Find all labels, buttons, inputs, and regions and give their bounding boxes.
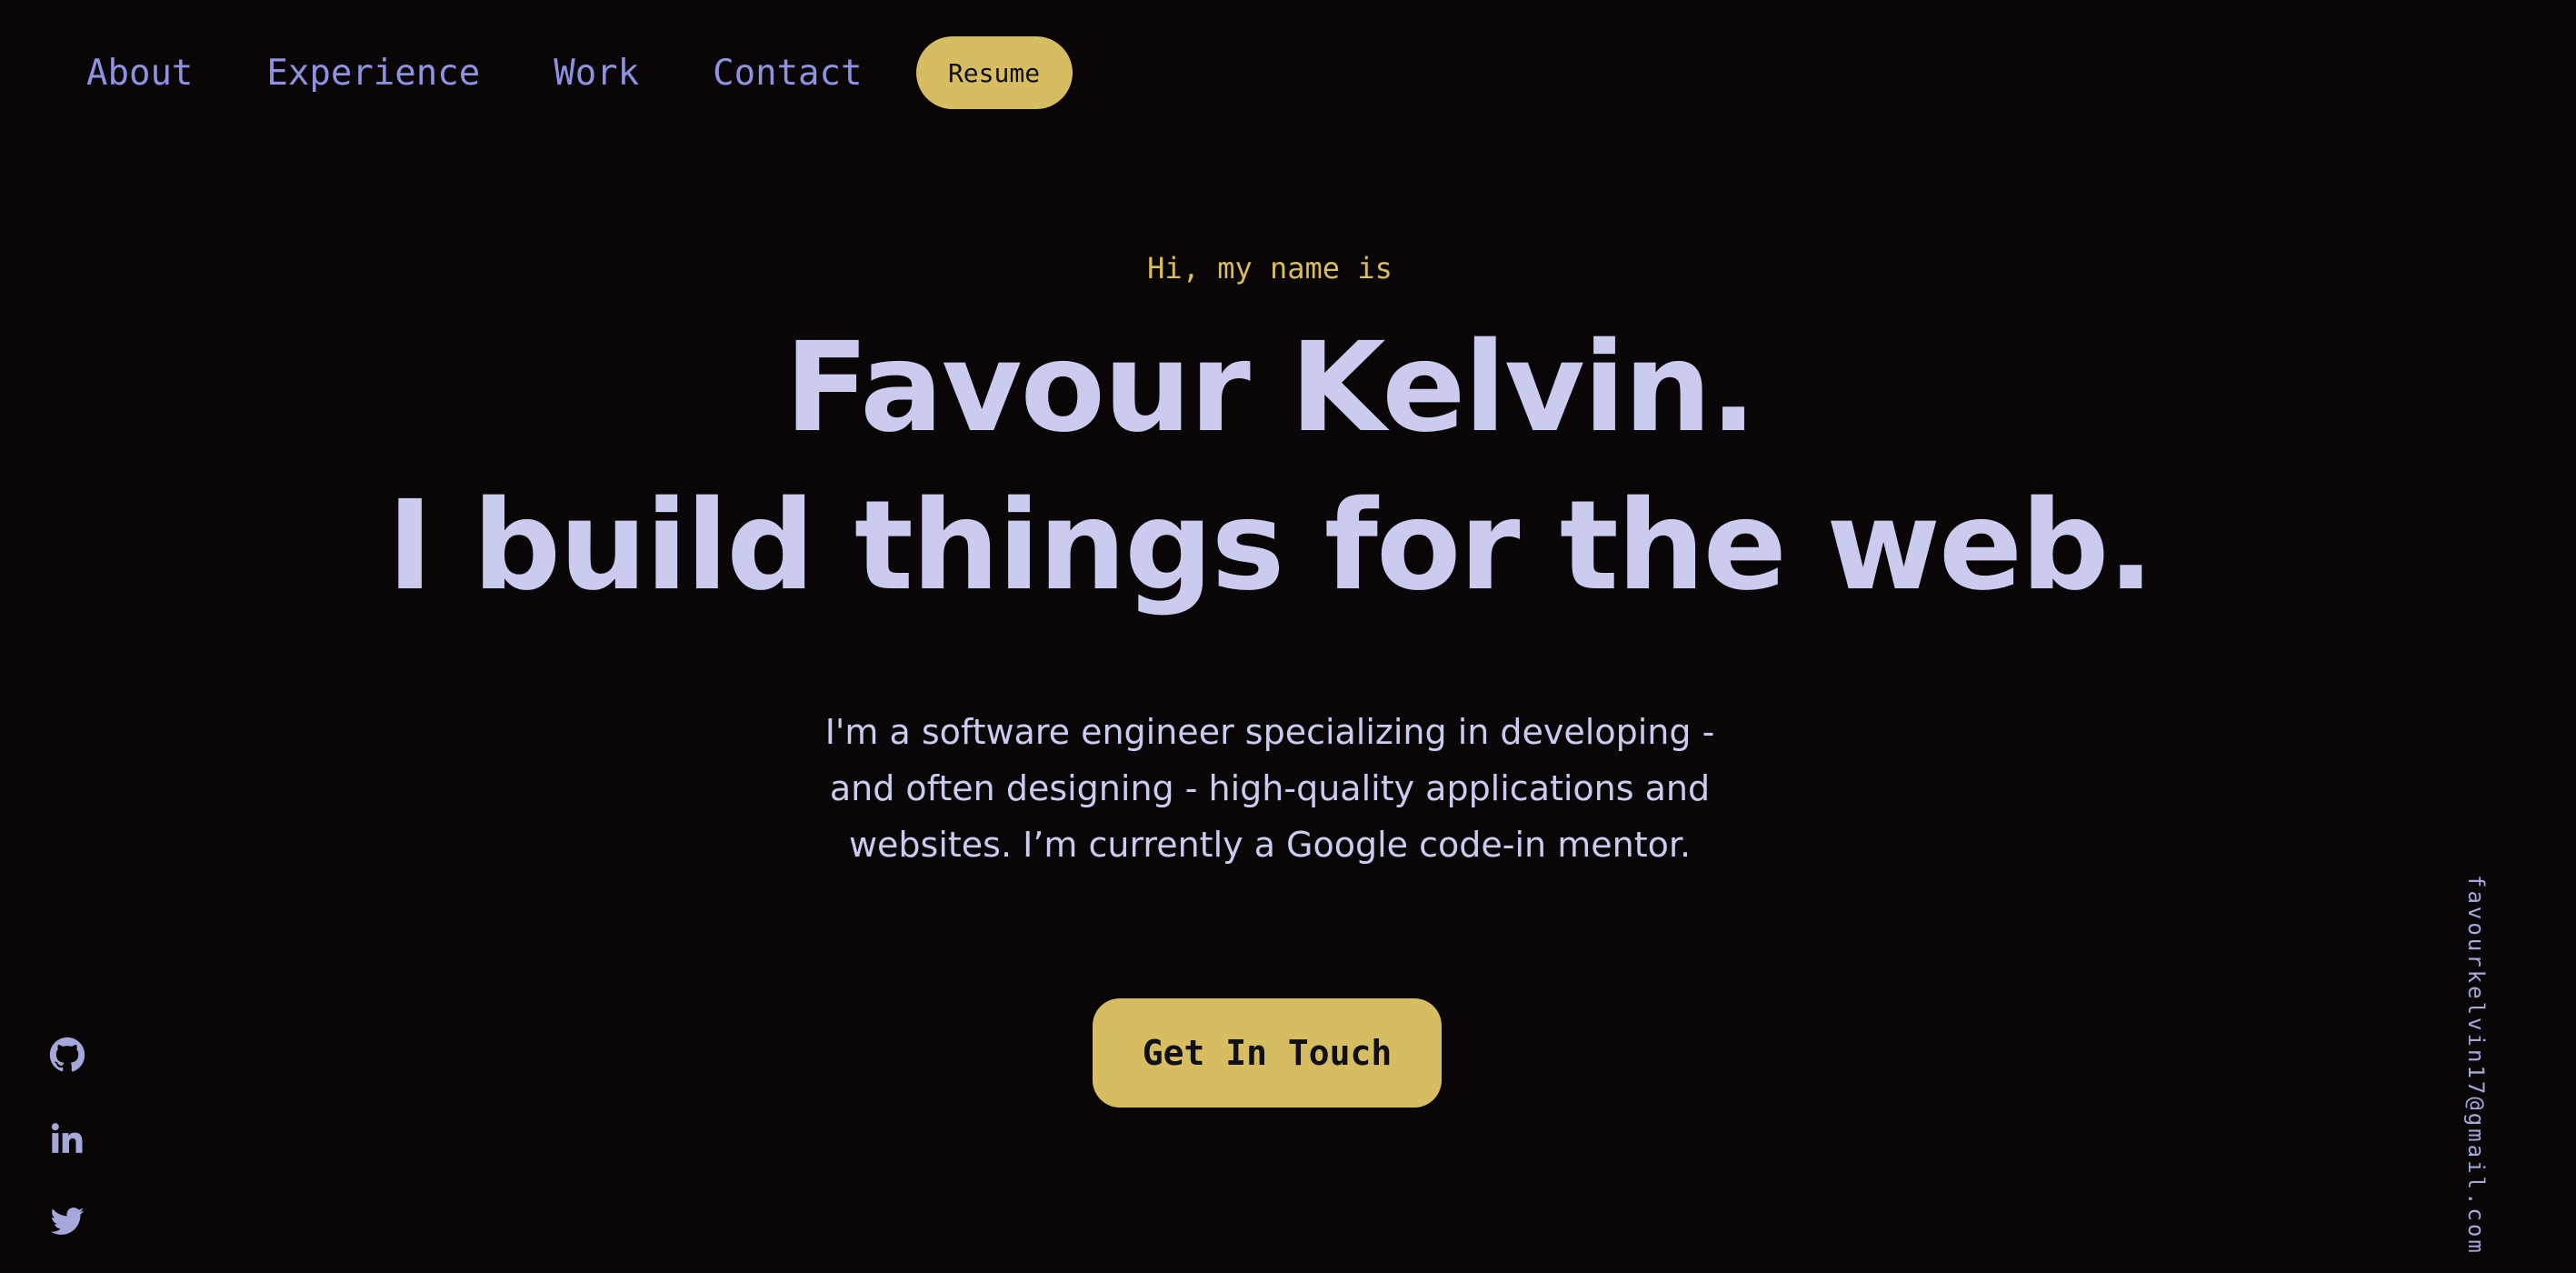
nav-link-work[interactable]: Work	[554, 53, 639, 94]
main-nav: About Experience Work Contact Resume	[86, 36, 1073, 109]
social-links	[49, 1037, 85, 1273]
hero-tagline: I build things for the web.	[386, 475, 2154, 618]
twitter-icon[interactable]	[49, 1204, 85, 1240]
hero-greeting: Hi, my name is	[1147, 251, 1393, 286]
resume-button[interactable]: Resume	[915, 36, 1073, 109]
hero-name: Favour Kelvin.	[784, 316, 1757, 460]
hero-description-line: and often designing - high-quality appli…	[829, 768, 1711, 808]
github-icon[interactable]	[49, 1037, 85, 1073]
nav-link-about[interactable]: About	[86, 53, 193, 94]
linkedin-icon[interactable]	[49, 1120, 85, 1157]
email-link[interactable]: favourkelvin17@gmail.com	[2458, 875, 2489, 1257]
hero-description-line: websites. I’m currently a Google code-in…	[848, 825, 1692, 865]
nav-link-contact[interactable]: Contact	[713, 53, 862, 94]
nav-link-experience[interactable]: Experience	[266, 53, 480, 94]
hero-description: I'm a software engineer specializing in …	[0, 704, 2540, 873]
hero-description-line: I'm a software engineer specializing in …	[824, 712, 1715, 752]
get-in-touch-button[interactable]: Get In Touch	[1093, 998, 1442, 1108]
